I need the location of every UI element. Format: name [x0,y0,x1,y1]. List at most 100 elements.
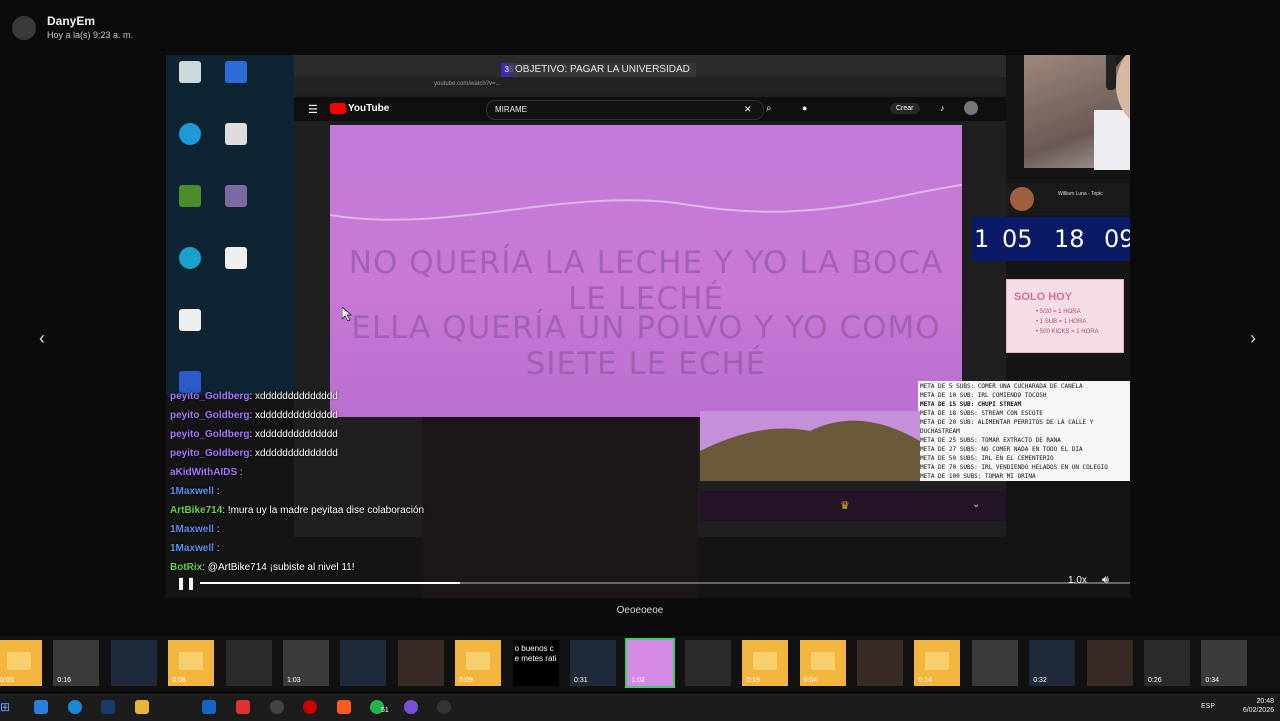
chat-username: peyito_Goldberg [170,410,250,421]
next-media-button[interactable]: › [1239,324,1267,352]
media-thumbnail[interactable]: 0:03 [0,640,42,686]
promo-line: • 5/20 = 1 HORA [1036,309,1081,315]
thumbnail-duration: 0:09 [459,677,473,684]
chat-message: 1Maxwell : [170,524,219,535]
media-thumbnail[interactable] [684,640,731,686]
edge-icon[interactable] [68,700,82,714]
promo-title: SOLO HOY [1014,291,1073,303]
thumbnail-duration: 1:02 [631,677,646,684]
volume-icon[interactable]: 🔊︎ [1102,574,1109,587]
media-thumbnail[interactable]: 0:14 [914,640,961,686]
media-thumbnail[interactable] [971,640,1018,686]
avatar [964,101,978,115]
media-thumbnail[interactable] [1086,640,1133,686]
clock-date: 6/02/2026 [1242,707,1274,714]
opera-icon[interactable] [303,700,317,714]
copilot-icon[interactable] [34,700,48,714]
chat-username: peyito_Goldberg [170,391,250,402]
search-icon: ⌕ [766,103,772,114]
media-thumbnail[interactable]: 0:34 [1201,640,1248,686]
windows-taskbar [0,694,1280,721]
countdown-seconds: 09 [1104,225,1130,253]
media-thumbnail[interactable] [857,640,903,686]
taskbar-clock[interactable]: 20:48 6/02/2026 [1232,697,1274,715]
input-language[interactable]: ESP [1201,703,1215,710]
thumbnail-duration: 0:32 [1033,677,1047,684]
goal-line: META DE 70 SUBS: IRL VENDIENDO HELADOS E… [920,464,1108,471]
youtube-search-value: MIRAME [495,105,527,114]
goal-line: META DE 27 SUBS: NO COMER NADA EN TODO E… [920,446,1083,453]
media-thumbnail[interactable] [225,640,272,686]
streamer-webcam-image [1094,55,1130,170]
promo-line: • 1 SUB = 1 HORA [1036,319,1087,325]
media-thumbnail[interactable]: 0:06 [168,640,215,686]
photoshop-icon[interactable] [101,700,115,714]
previous-media-button[interactable]: ‹ [28,324,56,352]
sender-name: DanyEm [47,14,116,28]
goal-line: META DE 100 SUBS: TOMAR MI ORINA [920,473,1036,480]
browser-address-bar [294,77,1006,95]
obs-icon[interactable] [270,700,284,714]
media-thumbnail[interactable]: 0:04 [799,640,846,686]
app-icon[interactable] [236,700,250,714]
chat-text: : xdddddddddddddd [249,391,338,402]
media-thumbnail[interactable] [397,640,444,686]
microphone-icon: ● [802,103,808,113]
desktop-icon [168,247,212,271]
windows-start-icon[interactable]: ⊞ [0,700,14,714]
chat-username: 1Maxwell [170,543,214,554]
chat-username: BotRix [170,562,203,573]
lyric-line: ELLA QUERÍA UN POLVO Y YO COMO SIETE LE … [351,310,941,382]
food-image [700,420,920,481]
media-thumbnail[interactable]: 1:02 [625,638,676,688]
camera-feed [422,417,698,597]
goal-line: META DE 18 SUBS: STREAM CON ESCOTE [920,410,1043,417]
media-thumbnail[interactable]: 0:19 [742,640,789,686]
desktop-icon [214,61,258,85]
media-thumbnail[interactable]: 0:26 [1144,640,1190,686]
folder-icon [753,652,778,670]
youtube-search-box [486,100,764,120]
chevron-right-icon: › [1250,328,1256,348]
subathon-countdown: 1 05 18 09 [972,217,1130,261]
chat-text: : xdddddddddddddd [249,429,338,440]
folder-icon [466,652,491,670]
media-thumbnail[interactable]: 1:03 [283,640,329,686]
chat-message: peyito_Goldberg: xdddddddddddddd [170,429,338,440]
media-thumbnail[interactable]: 0:32 [1029,640,1076,686]
chat-username: aKidWithAIDS [170,467,238,478]
thumbnail-duration: 1:03 [287,677,301,684]
thumbnail-duration: 0:31 [574,677,588,684]
chat-message: peyito_Goldberg: xdddddddddddddd [170,410,338,421]
pause-button[interactable]: ❚❚ [176,576,196,590]
playback-speed[interactable]: 1.0x [1068,575,1087,586]
album-art [1010,187,1034,211]
chat-username: ArtBike714 [170,505,223,516]
brave-icon[interactable] [337,700,351,714]
media-thumbnail[interactable]: o buenos c e metes rati [512,640,559,686]
app-icon[interactable] [404,700,418,714]
chat-message: BotRix: @ArtBike714 ¡subiste al nivel 11… [170,562,355,573]
media-viewer[interactable]: 35 OBJETIVO: PAGAR LA UNIVERSIDAD youtub… [166,55,1130,598]
media-thumbnail[interactable]: 0:16 [53,640,100,686]
chat-message: peyito_Goldberg: xdddddddddddddd [170,448,338,459]
now-playing-title: William Luna - Topic [1058,191,1103,197]
folder-icon [179,652,204,670]
goal-line: DUCHASTREAM [920,428,960,435]
media-thumbnail[interactable] [340,640,387,686]
thumbnail-duration: 0:19 [746,677,760,684]
media-player-icon[interactable] [437,700,451,714]
lyric-line: NO QUERÍA LA LECHE Y YO LA BOCA LE LECHÉ [348,245,944,317]
media-thumbnail[interactable]: 0:09 [455,640,502,686]
chat-username: 1Maxwell [170,524,214,535]
browser-url: youtube.com/watch?v=... [434,81,501,87]
desktop-icon [168,185,212,209]
media-thumbnail[interactable]: 0:31 [570,640,616,686]
chat-text: : [213,543,220,554]
sender-timestamp: Hoy a la(s) 9:23 a. m. [47,30,134,40]
folder-icon[interactable] [135,700,149,714]
desktop-icon [214,247,258,271]
desktop-icon [168,309,212,333]
outlook-icon[interactable] [202,700,216,714]
media-thumbnail[interactable] [110,640,157,686]
